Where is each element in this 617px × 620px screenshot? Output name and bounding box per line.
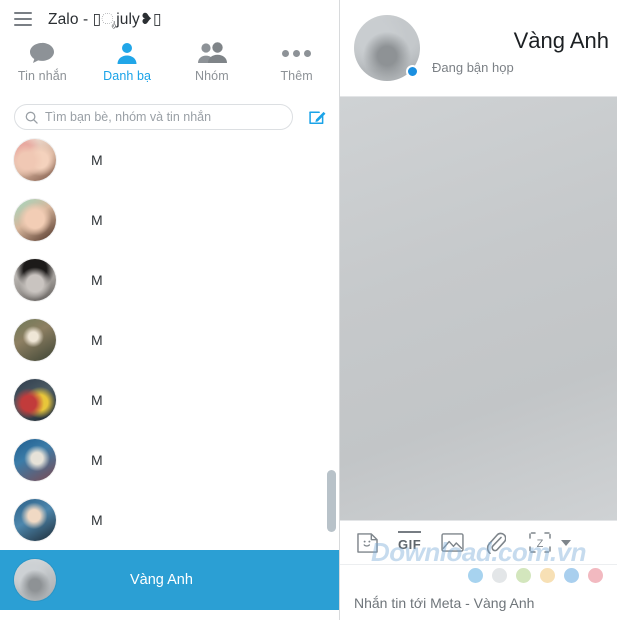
list-item[interactable]: M bbox=[0, 190, 339, 250]
color-dot[interactable] bbox=[540, 568, 555, 583]
tab-danh-ba[interactable]: Danh bạ bbox=[85, 40, 170, 83]
color-dot[interactable] bbox=[492, 568, 507, 583]
search-input[interactable] bbox=[45, 110, 282, 124]
chat-bubble-icon bbox=[29, 40, 55, 66]
list-item[interactable]: M bbox=[0, 430, 339, 490]
left-panel: Zalo - ▯ೖjuly❥▯ Tin nhắn Danh bạ Nhóm Th… bbox=[0, 0, 340, 620]
compose-edit-icon[interactable] bbox=[303, 104, 331, 130]
color-dot[interactable] bbox=[564, 568, 579, 583]
contact-name: M bbox=[91, 212, 103, 228]
chevron-down-icon[interactable] bbox=[561, 539, 572, 546]
tab-label: Nhóm bbox=[195, 69, 229, 83]
tab-label: Danh bạ bbox=[103, 69, 152, 83]
avatar bbox=[14, 439, 56, 481]
search-row bbox=[0, 96, 339, 138]
list-item[interactable]: M bbox=[0, 370, 339, 430]
contact-name: M bbox=[91, 152, 103, 168]
contact-name: M bbox=[91, 332, 103, 348]
person-icon bbox=[115, 40, 139, 66]
tab-tin-nhan[interactable]: Tin nhắn bbox=[0, 40, 85, 83]
avatar bbox=[14, 559, 56, 601]
tab-label: Thêm bbox=[280, 69, 313, 83]
search-box[interactable] bbox=[14, 104, 293, 130]
sticker-icon[interactable] bbox=[354, 531, 380, 555]
avatar bbox=[14, 499, 56, 541]
contact-name: M bbox=[91, 452, 103, 468]
search-icon bbox=[25, 111, 38, 124]
svg-text:Z: Z bbox=[537, 538, 544, 550]
avatar bbox=[14, 259, 56, 301]
color-dot[interactable] bbox=[588, 568, 603, 583]
tab-them[interactable]: Thêm bbox=[254, 40, 339, 83]
chat-title: Vàng Anh bbox=[513, 27, 609, 53]
screen-capture-icon[interactable]: Z bbox=[527, 531, 553, 555]
list-item[interactable]: M bbox=[0, 250, 339, 310]
contact-name: M bbox=[91, 392, 103, 408]
group-icon bbox=[197, 40, 227, 66]
color-palette bbox=[340, 564, 617, 586]
avatar bbox=[14, 199, 56, 241]
zalo-app-window: Zalo - ▯ೖjuly❥▯ Tin nhắn Danh bạ Nhóm Th… bbox=[0, 0, 617, 620]
online-status-dot bbox=[406, 65, 419, 78]
contact-name: M bbox=[91, 512, 103, 528]
message-input-row[interactable] bbox=[340, 586, 617, 620]
avatar bbox=[14, 319, 56, 361]
chat-panel: Vàng Anh Đang bận họp GIF Z Nhắn tin tới… bbox=[340, 0, 617, 620]
chat-toolbar: GIF Z bbox=[340, 520, 617, 564]
image-icon[interactable] bbox=[439, 531, 465, 555]
contact-list[interactable]: M M M M M M M Vàng Anh bbox=[0, 138, 339, 620]
color-dot[interactable] bbox=[516, 568, 531, 583]
contact-name: M bbox=[91, 272, 103, 288]
app-title: Zalo - ▯ೖjuly❥▯ bbox=[48, 10, 162, 28]
avatar bbox=[14, 139, 56, 181]
scrollbar-thumb[interactable] bbox=[327, 470, 336, 532]
chat-header: Vàng Anh Đang bận họp bbox=[340, 0, 617, 97]
hamburger-menu-icon[interactable] bbox=[10, 6, 36, 32]
title-bar: Zalo - ▯ೖjuly❥▯ bbox=[0, 0, 339, 38]
list-item[interactable]: M bbox=[0, 490, 339, 550]
contact-name: Vàng Anh bbox=[130, 572, 193, 588]
chat-message-area[interactable] bbox=[340, 97, 617, 520]
contact-list-scrollbar[interactable] bbox=[327, 138, 336, 620]
chat-header-text: Vàng Anh Đang bận họp bbox=[428, 15, 617, 81]
more-dots-icon bbox=[282, 40, 312, 66]
chat-status: Đang bận họp bbox=[432, 59, 514, 75]
tab-nhom[interactable]: Nhóm bbox=[170, 40, 255, 83]
chat-avatar[interactable] bbox=[354, 15, 420, 81]
list-item-selected[interactable]: Vàng Anh bbox=[0, 550, 339, 610]
color-dot[interactable] bbox=[468, 568, 483, 583]
list-item[interactable]: M bbox=[0, 138, 339, 190]
paperclip-icon[interactable] bbox=[483, 531, 509, 555]
gif-icon[interactable]: GIF bbox=[398, 530, 422, 555]
message-input[interactable] bbox=[354, 595, 617, 611]
tab-label: Tin nhắn bbox=[17, 69, 67, 83]
nav-tabs: Tin nhắn Danh bạ Nhóm Thêm bbox=[0, 38, 339, 96]
list-item[interactable]: M bbox=[0, 310, 339, 370]
avatar bbox=[14, 379, 56, 421]
